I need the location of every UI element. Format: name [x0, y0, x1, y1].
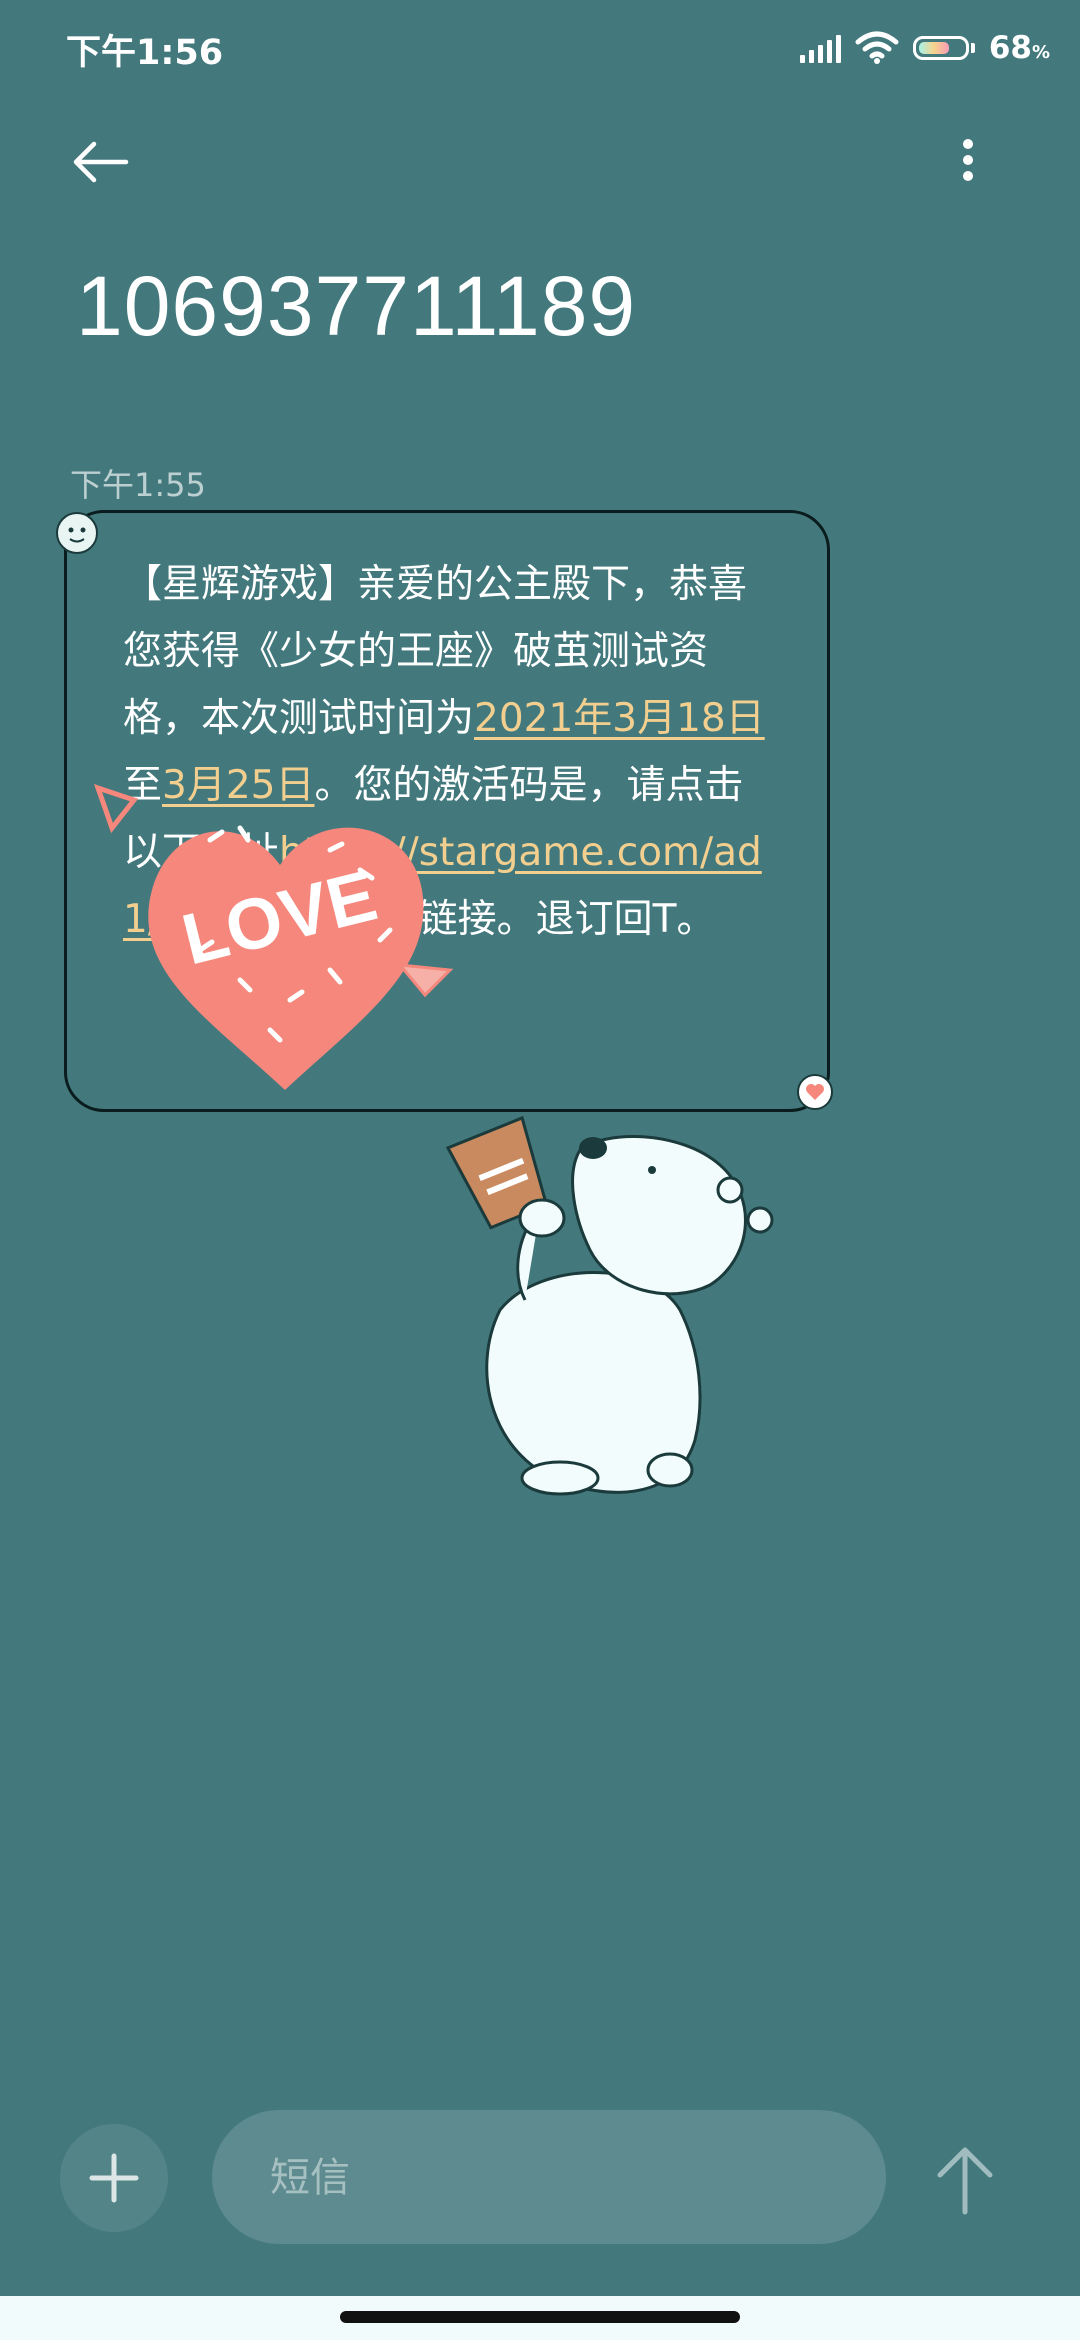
wifi-icon	[855, 31, 899, 64]
more-options-button[interactable]	[930, 122, 1006, 202]
message-input[interactable]	[268, 2110, 890, 2246]
heart-bubble-icon	[797, 1074, 833, 1110]
status-bar: 下午1:56 68%	[0, 0, 1080, 100]
bubble-corner-decoration	[56, 512, 98, 554]
battery-tip	[970, 43, 975, 53]
polar-bear-sticker	[445, 1115, 774, 1496]
battery-icon	[912, 36, 969, 60]
message-timestamp: 下午1:55	[70, 466, 206, 504]
message-input-container[interactable]	[212, 2110, 890, 2246]
status-time: 下午1:56	[66, 33, 224, 73]
status-icons: 68%	[799, 26, 1050, 70]
signal-icon	[799, 33, 841, 63]
add-attachment-button[interactable]	[60, 2124, 168, 2232]
home-indicator[interactable]	[340, 2311, 740, 2323]
plus-icon	[89, 2153, 139, 2203]
battery-percentage: 68%	[988, 30, 1050, 66]
send-button[interactable]	[920, 2130, 1010, 2230]
conversation-title: 106937711189	[76, 259, 637, 353]
send-arrow-icon	[937, 2147, 993, 2215]
more-vertical-icon	[963, 139, 973, 181]
back-arrow-icon	[73, 141, 129, 183]
date-link-start[interactable]: 2021年3月18日	[474, 696, 765, 741]
back-button[interactable]	[70, 122, 160, 202]
love-heart-sticker: LOVE	[93, 784, 454, 1090]
